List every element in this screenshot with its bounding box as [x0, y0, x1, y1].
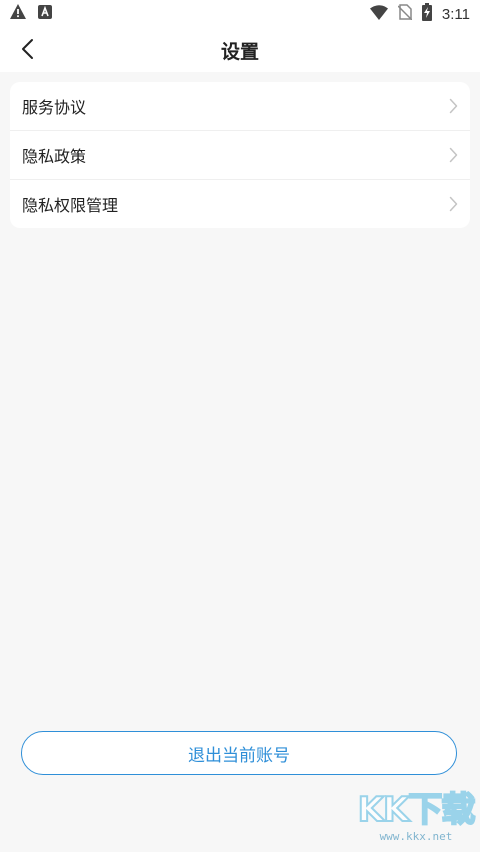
- app-bar: 设置: [0, 28, 480, 72]
- status-bar: 3:11: [0, 0, 480, 28]
- settings-list: 服务协议 隐私政策 隐私权限管理: [10, 82, 470, 228]
- warning-icon: [10, 4, 26, 23]
- chevron-right-icon: [449, 98, 458, 118]
- logout-button[interactable]: 退出当前账号: [21, 731, 457, 775]
- page-title: 设置: [220, 41, 259, 63]
- chevron-right-icon: [449, 196, 458, 216]
- a-app-icon: [38, 4, 52, 23]
- settings-item-service-agreement[interactable]: 服务协议: [10, 82, 470, 130]
- wifi-icon: [369, 4, 388, 24]
- settings-item-privacy-permissions[interactable]: 隐私权限管理: [10, 179, 470, 228]
- watermark-logo: KK下载: [357, 789, 477, 831]
- no-sim-icon: [397, 4, 413, 24]
- battery-charging-icon: [421, 3, 432, 25]
- watermark-url: www.kkx.net: [379, 830, 453, 843]
- settings-item-label: 隐私政策: [22, 147, 87, 166]
- settings-item-label: 服务协议: [22, 98, 87, 117]
- chevron-right-icon: [449, 147, 458, 167]
- settings-item-privacy-policy[interactable]: 隐私政策: [10, 130, 470, 179]
- settings-item-label: 隐私权限管理: [22, 196, 119, 215]
- clock-time: 3:11: [441, 5, 470, 23]
- watermark: KK下载 www.kkx.net: [356, 789, 477, 850]
